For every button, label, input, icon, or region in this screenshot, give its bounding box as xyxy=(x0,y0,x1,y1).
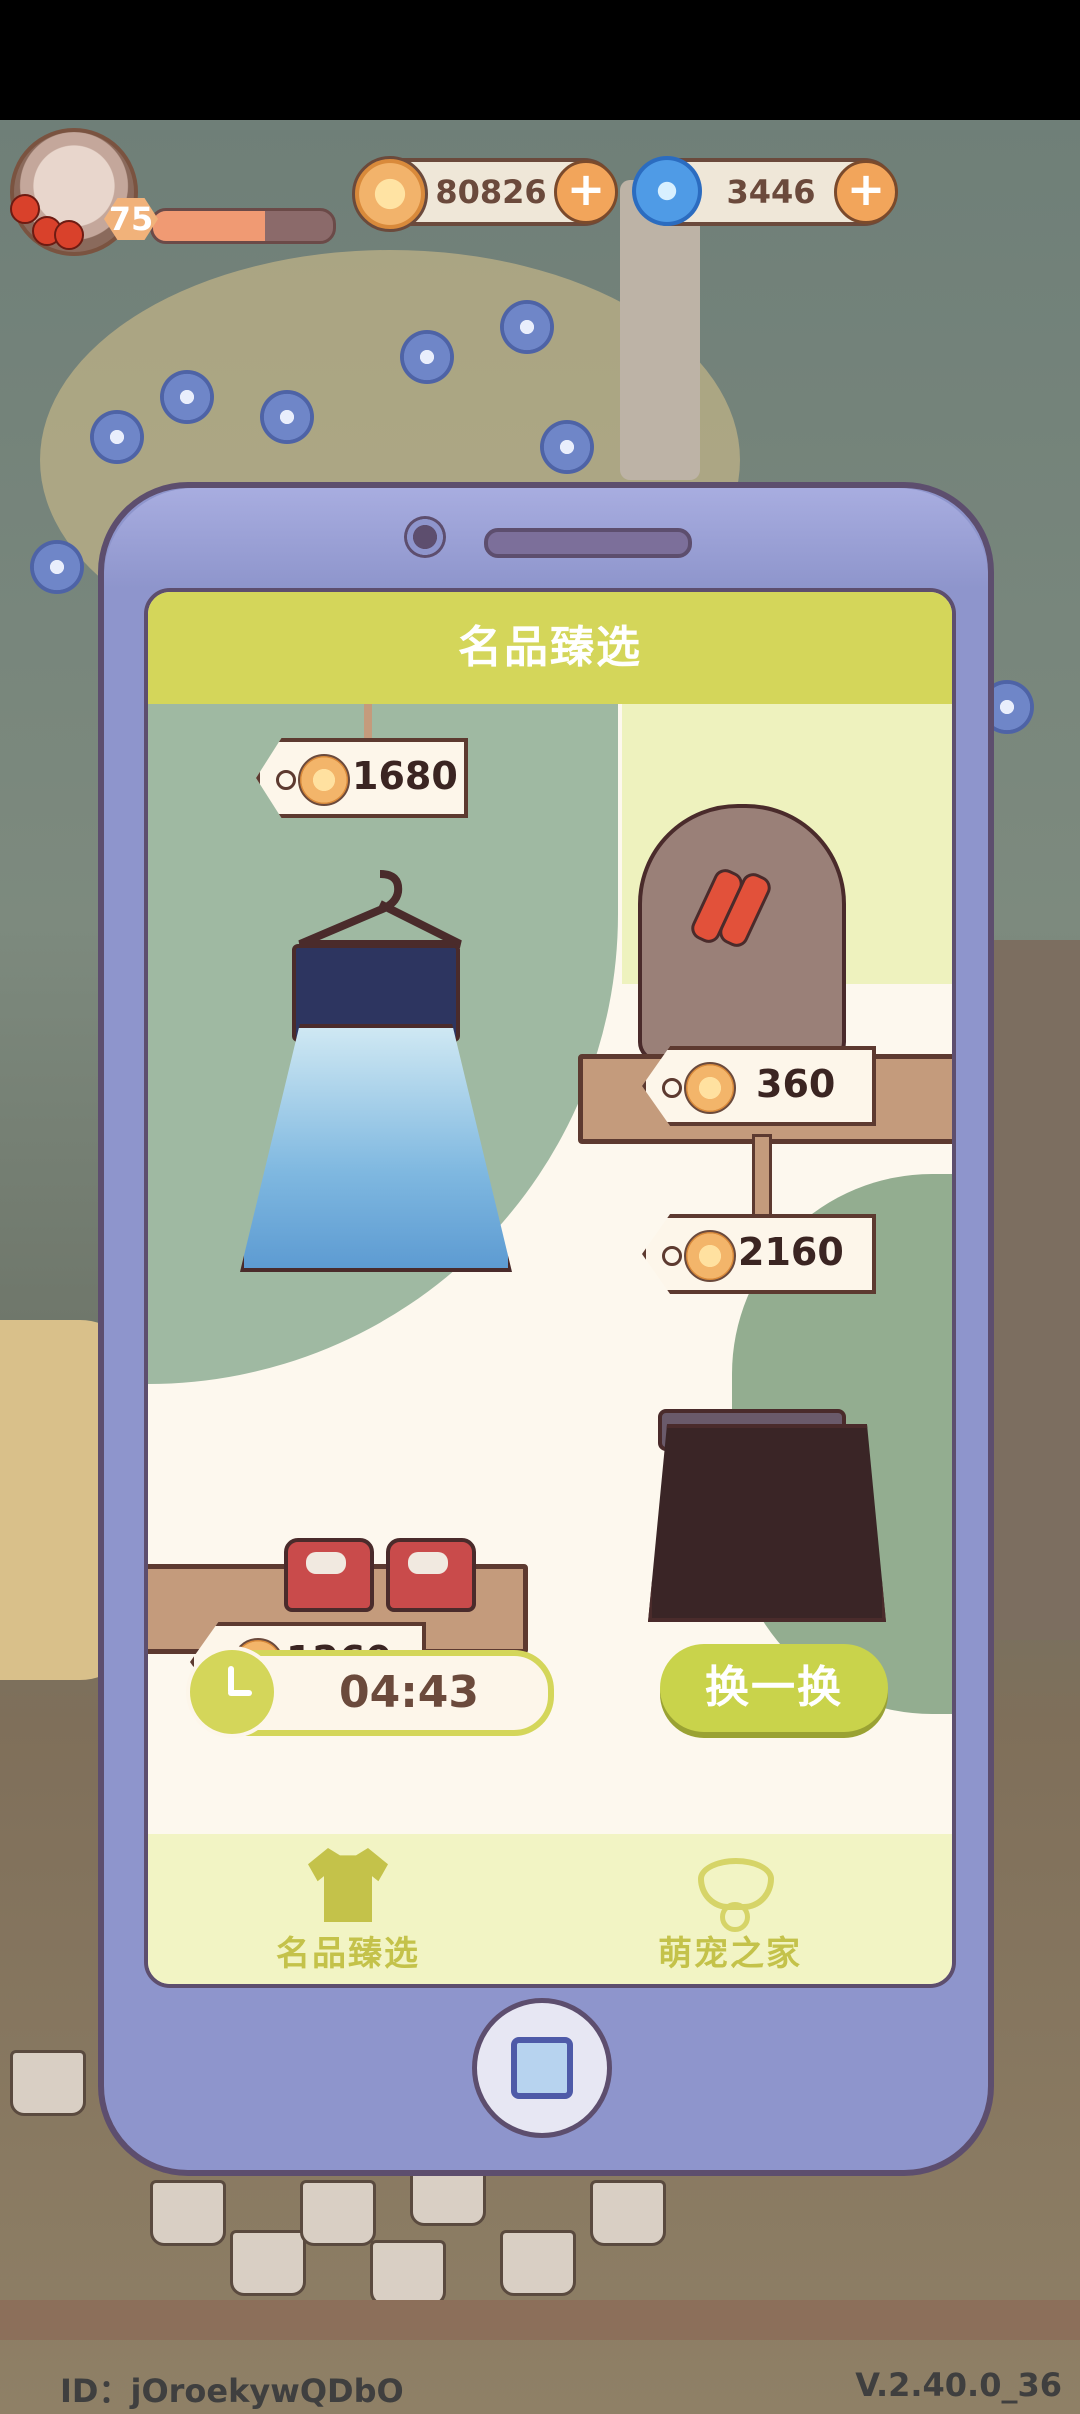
coin-icon xyxy=(684,1062,736,1114)
hairpin-mannequin xyxy=(638,804,846,1062)
coin-counter: 80826 + xyxy=(352,156,618,232)
player-id: ID：jOroekywQDbO xyxy=(60,2372,404,2410)
refresh-button[interactable]: 换一换 xyxy=(660,1644,888,1732)
tab-pet-home[interactable]: 萌宠之家 xyxy=(580,1834,880,1984)
shop-header: 名品臻选 xyxy=(148,592,952,704)
bottom-nav: 名品臻选 萌宠之家 xyxy=(148,1834,952,1984)
tab-featured[interactable]: 名品臻选 xyxy=(198,1834,498,1984)
home-square-icon xyxy=(511,2037,573,2099)
page-title: 名品臻选 xyxy=(458,622,642,673)
add-gems-button[interactable]: + xyxy=(834,160,898,224)
shirt-icon xyxy=(308,1848,388,1922)
tab-label: 名品臻选 xyxy=(276,1934,420,1974)
black-skirt-image xyxy=(648,1424,886,1622)
phone-speaker xyxy=(484,528,692,558)
camera-icon xyxy=(404,516,446,558)
gem-counter: 3446 + xyxy=(632,156,898,226)
phone-frame: 名品臻选 1680 360 2160 04:43 换一换 名品臻选 萌宠之家 xyxy=(98,482,994,2176)
blue-dress-image xyxy=(240,870,512,1272)
add-coins-button[interactable]: + xyxy=(554,160,618,224)
experience-bar xyxy=(150,208,336,244)
item-price: 360 xyxy=(756,1062,836,1106)
item-price: 1680 xyxy=(352,754,458,798)
status-bar xyxy=(0,0,1080,120)
red-shoes-image xyxy=(284,1538,374,1612)
price-tag: 1680 xyxy=(256,738,468,818)
coin-icon xyxy=(352,156,428,232)
price-tag: 360 xyxy=(642,1046,876,1126)
gem-icon xyxy=(632,156,702,226)
gem-amount: 3446 xyxy=(726,173,816,211)
clock-icon xyxy=(186,1646,278,1738)
timer-value: 04:43 xyxy=(338,1667,480,1718)
coin-icon xyxy=(298,754,350,806)
phone-home-button[interactable] xyxy=(472,1998,612,2138)
experience-bar-fill xyxy=(153,211,265,241)
version-label: V.2.40.0_36 xyxy=(855,2366,1062,2404)
hanger-icon xyxy=(298,870,462,948)
coin-amount: 80826 xyxy=(435,173,547,211)
tab-label: 萌宠之家 xyxy=(658,1934,802,1974)
shop-screen: 名品臻选 1680 360 2160 04:43 换一换 名品臻选 萌宠之家 xyxy=(144,588,956,1988)
refresh-timer: 04:43 xyxy=(186,1646,554,1738)
